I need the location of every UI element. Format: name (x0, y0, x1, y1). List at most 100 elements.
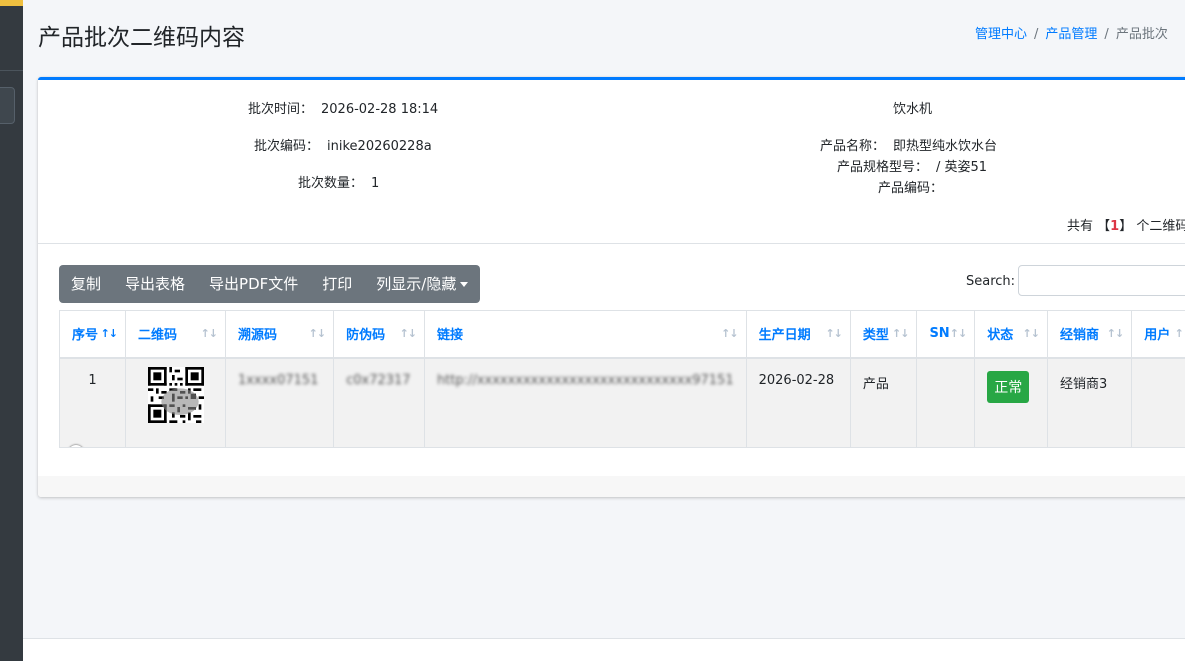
sort-arrows-icon: ↑↓ (721, 327, 738, 340)
column-header-label: 类型 (862, 328, 889, 344)
sidebar-search-box[interactable] (0, 87, 15, 124)
print-button[interactable]: 打印 (310, 265, 364, 303)
page-title: 产品批次二维码内容 (38, 25, 245, 51)
caret-down-icon (460, 282, 469, 287)
sort-arrows-icon: ↑↓ (949, 327, 967, 340)
cell-link: http://xxxxxxxxxxxxxxxxxxxxxxxxxxxx97151 (424, 357, 747, 448)
product-name-label: 产品名称： (820, 139, 886, 154)
qr-code-image[interactable] (147, 366, 204, 423)
column-header-label: SN (929, 326, 950, 342)
card-divider (38, 243, 1185, 244)
breadcrumb-home[interactable]: 管理中心 (975, 27, 1027, 42)
product-name: 产品名称： 即热型纯水饮水台 (820, 135, 997, 154)
column-header[interactable]: 防伪码 ↑↓ (333, 310, 425, 359)
sidebar-divider (0, 70, 23, 71)
cell-status: 正常 (974, 357, 1048, 448)
sort-arrows-icon: ↑↓ (308, 327, 326, 340)
cell-index: 1 + (59, 357, 126, 448)
column-header[interactable]: 序号 ↑↓ (59, 310, 126, 359)
product-spec-value: / 英姿51 (936, 160, 988, 175)
batch-code: 批次编码： inike20260228a (254, 135, 432, 154)
sort-arrows-icon: ↑↓ (100, 327, 118, 340)
product-spec: 产品规格型号： / 英姿51 (837, 156, 987, 175)
product-category: 饮水机 (893, 102, 933, 117)
table-row[interactable]: 1 + (59, 357, 1185, 448)
column-header-label: 经销商 (1059, 328, 1099, 344)
search-input[interactable] (1018, 265, 1185, 296)
batch-quantity: 批次数量： 1 (298, 172, 379, 191)
qr-count-bracket: 【 (1097, 219, 1111, 234)
cell-date: 2026-02-28 (745, 357, 851, 448)
batch-code-label: 批次编码： (254, 139, 320, 154)
plus-circle-icon[interactable]: + (68, 444, 84, 447)
product-name-value: 即热型纯水饮水台 (893, 139, 998, 154)
batch-code-value: inike20260228a (327, 139, 432, 154)
qr-table: 序号 ↑↓ 二维码 ↑↓ 溯源码 ↑↓ 防伪码 ↑↓ 链接 ↑↓ 生产日期 ↑↓ 类型 ↑↓ … (59, 310, 1185, 448)
product-code: 产品编码： (878, 177, 951, 196)
page-footer (23, 639, 1185, 661)
sidebar (0, 0, 23, 661)
qr-code-graphic (147, 366, 204, 423)
search-label: Search: (966, 274, 1016, 289)
link-value[interactable]: http://xxxxxxxxxxxxxxxxxxxxxxxxxxxx97151 (437, 373, 734, 388)
copy-button[interactable]: 复制 (59, 265, 113, 303)
cell-anti-fake: c0x72317 (333, 357, 425, 448)
qr-count-prefix: 共有 (1067, 219, 1094, 234)
column-header-label: 溯源码 (238, 328, 278, 344)
column-visibility-label: 列显示/隐藏 (376, 275, 457, 293)
column-header-label: 用户 (1144, 328, 1171, 344)
sort-arrows-icon: ↑↓ (1022, 327, 1040, 340)
column-header[interactable]: 生产日期 ↑↓ (745, 310, 851, 359)
table-header-row: 序号 ↑↓ 二维码 ↑↓ 溯源码 ↑↓ 防伪码 ↑↓ 链接 ↑↓ 生产日期 ↑↓ 类型 ↑↓ … (59, 310, 1185, 359)
qr-count: 共有 【1】 个二维码 (1067, 215, 1185, 234)
column-header[interactable]: 经销商 ↑↓ (1046, 310, 1133, 359)
column-visibility-button[interactable]: 列显示/隐藏 (364, 265, 480, 303)
qr-count-value: 1 (1110, 219, 1120, 234)
row-index: 1 (88, 372, 97, 388)
cell-dealer: 经销商3 (1046, 357, 1133, 448)
column-header[interactable]: 溯源码 ↑↓ (225, 310, 335, 359)
qr-count-bracket: 】 (1119, 219, 1133, 234)
column-header-label: 序号 (72, 328, 99, 344)
breadcrumb-separator: / (1034, 27, 1039, 42)
column-header[interactable]: 状态 ↑↓ (974, 310, 1048, 359)
column-header-label: 状态 (987, 328, 1014, 344)
sort-arrows-icon: ↑↓ (825, 327, 842, 340)
card-footer (38, 476, 1185, 497)
column-header-label: 链接 (437, 328, 464, 344)
sort-arrows-icon: ↑↓ (1106, 327, 1124, 340)
sort-arrows-icon: ↑↓ (399, 327, 417, 340)
batch-qty-value: 1 (371, 176, 380, 191)
sort-arrows-icon: ↑↓ (892, 327, 909, 340)
batch-time-value: 2026-02-28 18:14 (321, 102, 439, 117)
product-spec-label: 产品规格型号： (837, 160, 929, 175)
cell-type: 产品 (849, 357, 918, 448)
column-header[interactable]: 类型 ↑↓ (849, 310, 918, 359)
column-header[interactable]: 链接 ↑↓ (424, 310, 747, 359)
cell-user (1131, 357, 1185, 448)
breadcrumb-current: 产品批次 (1115, 27, 1168, 42)
breadcrumb-separator: / (1104, 27, 1109, 42)
cell-sn (916, 357, 976, 448)
batch-time-label: 批次时间： (248, 102, 314, 117)
column-header-label: 二维码 (138, 328, 178, 344)
sidebar-brand-accent (0, 0, 23, 6)
product-code-label: 产品编码： (878, 181, 944, 196)
export-pdf-button[interactable]: 导出PDF文件 (197, 265, 310, 303)
status-badge: 正常 (987, 370, 1030, 403)
breadcrumb-product[interactable]: 产品管理 (1045, 27, 1097, 42)
cell-qrcode (124, 357, 227, 448)
cell-trace-code: 1xxxx07151 (225, 357, 335, 448)
column-header[interactable]: 二维码 ↑↓ (124, 310, 227, 359)
batch-time: 批次时间： 2026-02-28 18:14 (248, 98, 438, 117)
batch-qty-label: 批次数量： (298, 176, 364, 191)
sort-arrows-icon: ↑↓ (200, 327, 218, 340)
sort-arrows-icon: ↑↓ (1174, 327, 1185, 340)
table-toolbar: 复制 导出表格 导出PDF文件 打印 列显示/隐藏 (59, 265, 481, 303)
column-header[interactable]: 用户↑↓ (1131, 310, 1185, 359)
column-header[interactable]: SN ↑↓ (916, 310, 976, 359)
qr-count-suffix: 个二维码 (1136, 219, 1185, 234)
batch-card: 批次时间： 2026-02-28 18:14 批次编码： inike20260228… (38, 77, 1185, 497)
column-header-label: 防伪码 (346, 328, 386, 344)
export-table-button[interactable]: 导出表格 (113, 265, 197, 303)
